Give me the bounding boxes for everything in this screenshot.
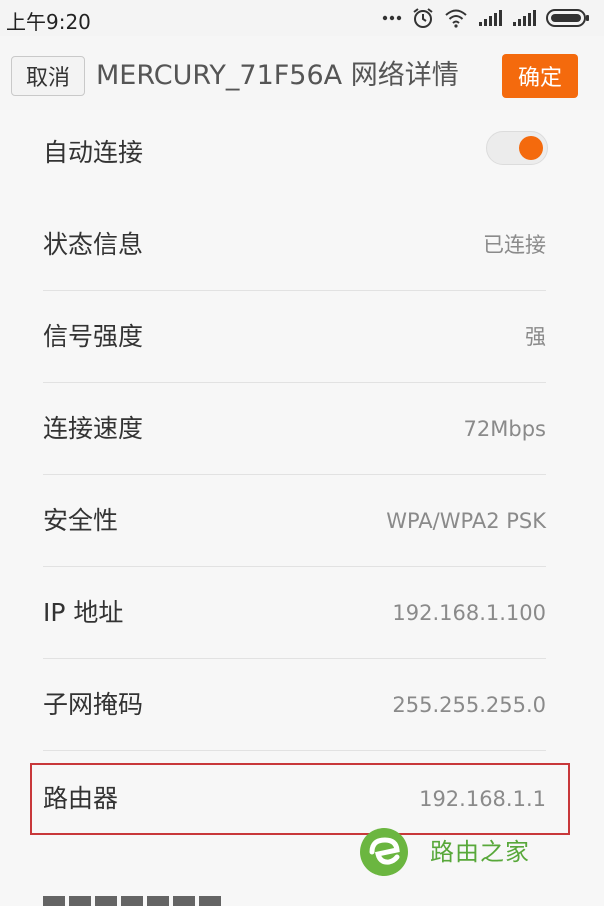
row-value: 192.168.1.100 bbox=[392, 601, 546, 625]
row-value: 255.255.255.0 bbox=[392, 693, 546, 717]
row-label: 连接速度 bbox=[43, 414, 144, 443]
signal-icon bbox=[513, 10, 536, 26]
status-bar: 上午9:20 bbox=[0, 0, 604, 36]
header: 取消 MERCURY_71F56A 网络详情 确定 bbox=[0, 36, 604, 110]
row-signal-strength: 信号强度 强 bbox=[0, 291, 604, 383]
wifi-icon bbox=[445, 9, 467, 28]
next-row-partial bbox=[43, 888, 223, 906]
row-link-speed: 连接速度 72Mbps bbox=[0, 383, 604, 475]
status-time: 上午9:20 bbox=[6, 10, 91, 34]
highlight-box bbox=[30, 763, 570, 835]
row-label: 信号强度 bbox=[43, 322, 144, 351]
auto-connect-toggle[interactable] bbox=[486, 131, 548, 165]
cancel-button[interactable]: 取消 bbox=[11, 56, 85, 96]
row-ip-address: IP 地址 192.168.1.100 bbox=[0, 567, 604, 659]
row-value: 72Mbps bbox=[463, 417, 546, 441]
watermark: 路由之家 bbox=[358, 826, 558, 878]
toggle-knob bbox=[519, 136, 543, 160]
alarm-icon bbox=[413, 8, 433, 28]
row-label: IP 地址 bbox=[43, 598, 124, 627]
watermark-logo-icon bbox=[360, 828, 408, 876]
row-status: 状态信息 已连接 bbox=[0, 199, 604, 291]
row-auto-connect: 自动连接 bbox=[0, 107, 604, 199]
more-dots-icon bbox=[382, 15, 402, 21]
row-label: 自动连接 bbox=[43, 138, 144, 167]
watermark-text: 路由之家 bbox=[430, 838, 530, 866]
battery-icon bbox=[546, 9, 589, 27]
signal-icon bbox=[479, 10, 502, 26]
row-label: 子网掩码 bbox=[43, 690, 144, 719]
row-subnet-mask: 子网掩码 255.255.255.0 bbox=[0, 659, 604, 751]
row-label: 安全性 bbox=[43, 506, 119, 535]
page-title: MERCURY_71F56A 网络详情 bbox=[96, 60, 459, 91]
status-icons bbox=[382, 4, 590, 32]
row-label: 状态信息 bbox=[43, 230, 144, 259]
row-security: 安全性 WPA/WPA2 PSK bbox=[0, 475, 604, 567]
row-value: 强 bbox=[525, 325, 546, 349]
divider bbox=[43, 750, 546, 751]
confirm-button[interactable]: 确定 bbox=[502, 54, 578, 98]
row-value: 已连接 bbox=[483, 233, 546, 257]
row-value: WPA/WPA2 PSK bbox=[386, 509, 546, 533]
